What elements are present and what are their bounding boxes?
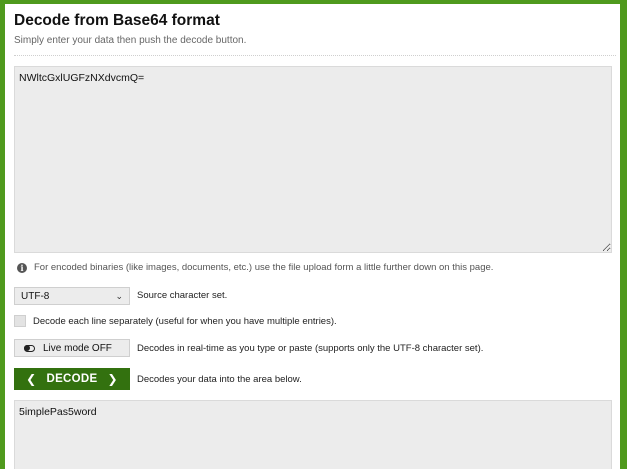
page-subtitle: Simply enter your data then push the dec… [14,35,247,46]
live-mode-description: Decodes in real-time as you type or past… [137,343,484,354]
each-line-checkbox[interactable] [14,315,26,327]
info-icon: i [17,262,27,273]
decode-button[interactable]: ❮ DECODE ❯ [14,368,130,390]
chevron-down-icon: ⌄ [115,290,123,301]
chevron-right-icon: ❯ [107,372,118,386]
charset-select[interactable]: UTF-8 ⌄ [14,287,130,305]
each-line-label: Decode each line separately (useful for … [33,316,337,327]
live-mode-button[interactable]: Live mode OFF [14,339,130,357]
page-title: Decode from Base64 format [14,12,220,29]
decode-description: Decodes your data into the area below. [137,374,302,385]
decode-button-label: DECODE [46,373,98,385]
chevron-left-icon: ❮ [26,372,37,386]
encoded-input[interactable]: NWltcGxlUGFzNXdvcmQ= [14,66,612,253]
info-text: For encoded binaries (like images, docum… [34,262,494,273]
info-note: i For encoded binaries (like images, doc… [17,262,493,273]
divider [14,55,616,56]
decoded-output[interactable]: 5implePas5word [14,400,612,469]
live-mode-label: Live mode OFF [43,342,112,354]
charset-selected-value: UTF-8 [21,290,50,302]
toggle-icon [24,344,35,352]
charset-label: Source character set. [137,290,228,301]
page-frame: Decode from Base64 format Simply enter y… [5,4,620,469]
